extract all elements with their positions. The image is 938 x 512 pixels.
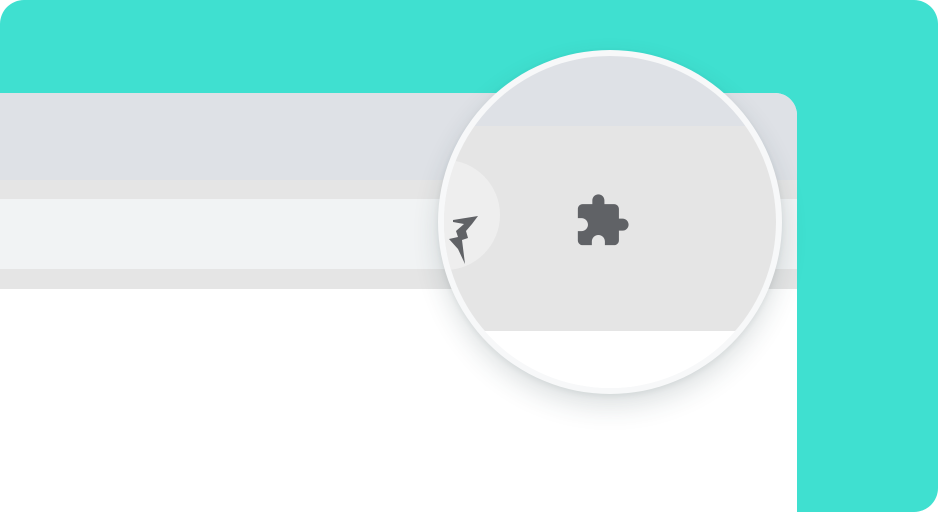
puzzle-icon bbox=[577, 194, 629, 246]
magnified-toolbar bbox=[444, 56, 776, 388]
magnifier-callout bbox=[438, 50, 782, 394]
extension-logo-icon bbox=[449, 216, 478, 264]
magnified-page-content bbox=[444, 331, 776, 388]
magnified-tab-strip bbox=[444, 56, 776, 126]
extensions-button[interactable] bbox=[552, 171, 652, 271]
